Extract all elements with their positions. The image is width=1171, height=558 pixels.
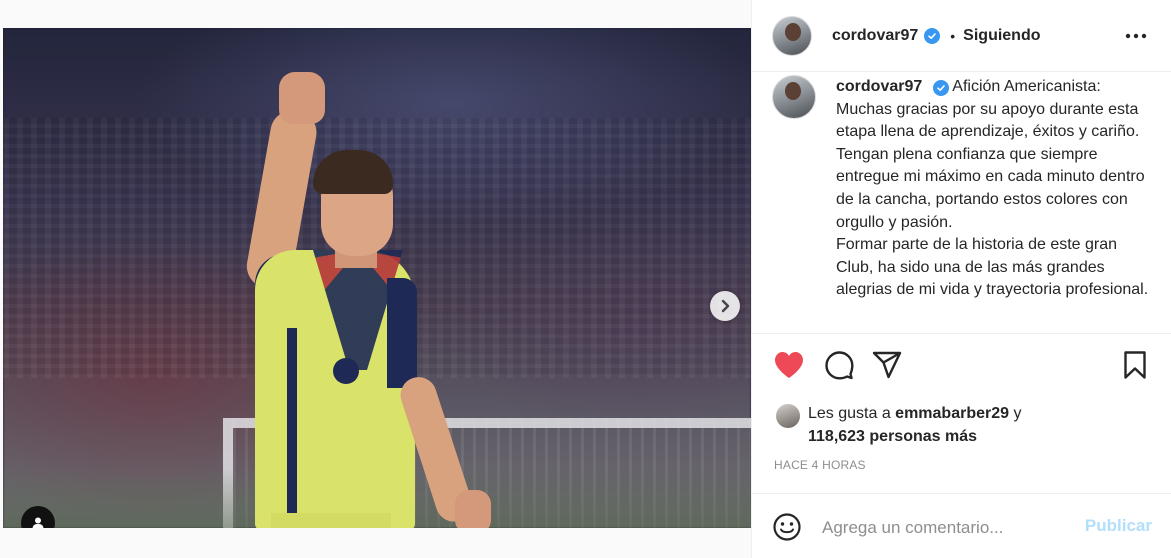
more-options-button[interactable]	[1124, 24, 1148, 48]
player-shorts	[271, 513, 391, 528]
more-horizontal-icon	[1125, 33, 1147, 39]
share-button[interactable]	[870, 348, 904, 382]
liker-username[interactable]: emmabarber29	[895, 405, 1009, 422]
following-button[interactable]: Siguiendo	[963, 27, 1040, 45]
post-header: cordovar97 • Siguiendo	[752, 0, 1171, 72]
divider	[752, 333, 1171, 334]
verified-badge-icon	[932, 80, 949, 96]
likes-text: Les gusta a emmabarber29 y 118,623 perso…	[808, 402, 1138, 448]
post-side-panel: cordovar97 • Siguiendo cordovar97 Afició…	[751, 0, 1171, 558]
player-figure	[3, 28, 751, 528]
emoji-button[interactable]	[772, 512, 802, 542]
heart-icon	[775, 352, 803, 378]
separator-bullet: •	[950, 27, 956, 44]
likes-middle: y	[1009, 405, 1022, 422]
comment-button[interactable]	[822, 348, 856, 382]
post-timestamp[interactable]: HACE 4 HORAS	[774, 458, 866, 472]
player-sleeve-right	[387, 278, 417, 388]
author-username[interactable]: cordovar97	[832, 27, 918, 45]
top-strip	[0, 0, 751, 28]
author-avatar[interactable]	[772, 15, 812, 56]
caption-line: profesional.	[1065, 281, 1149, 299]
publish-button[interactable]: Publicar	[1085, 516, 1152, 536]
sponsor-logo	[333, 358, 359, 384]
caption-line: Tengan plena confianza que siempre entre…	[836, 145, 1145, 231]
likes-prefix: Les gusta a	[808, 405, 896, 422]
user-icon	[32, 517, 44, 528]
post-caption: cordovar97 Afición Americanista: Muchas …	[752, 73, 1171, 332]
chevron-right-icon	[721, 299, 730, 313]
caption-line: Afición Americanista:	[952, 78, 1101, 95]
caption-username[interactable]: cordovar97	[836, 78, 922, 95]
paper-plane-icon	[872, 351, 902, 379]
carousel-next-button[interactable]	[710, 291, 740, 321]
caption-text: cordovar97 Afición Americanista: Muchas …	[836, 76, 1156, 302]
liker-avatar[interactable]	[776, 404, 800, 428]
bookmark-icon	[1124, 351, 1146, 379]
post-actions	[772, 348, 1152, 382]
verified-badge-icon	[924, 27, 941, 44]
player-shirt-stripe	[287, 328, 297, 528]
caption-author-avatar[interactable]	[772, 75, 816, 119]
player-hand	[455, 490, 491, 528]
comment-bubble-icon	[825, 351, 854, 380]
player-hair	[313, 150, 393, 194]
player-fist	[279, 72, 325, 124]
instagram-post-page: cordovar97 • Siguiendo cordovar97 Afició…	[0, 0, 1171, 558]
save-button[interactable]	[1118, 348, 1152, 382]
caption-line: Muchas gracias por su apoyo durante esta…	[836, 100, 1140, 141]
comment-bar: Publicar	[752, 494, 1171, 558]
likes-count[interactable]: 118,623 personas más	[808, 428, 977, 445]
like-button[interactable]	[772, 348, 806, 382]
post-media[interactable]	[3, 28, 751, 528]
smiley-icon	[773, 513, 801, 541]
comment-input[interactable]	[822, 514, 1072, 542]
